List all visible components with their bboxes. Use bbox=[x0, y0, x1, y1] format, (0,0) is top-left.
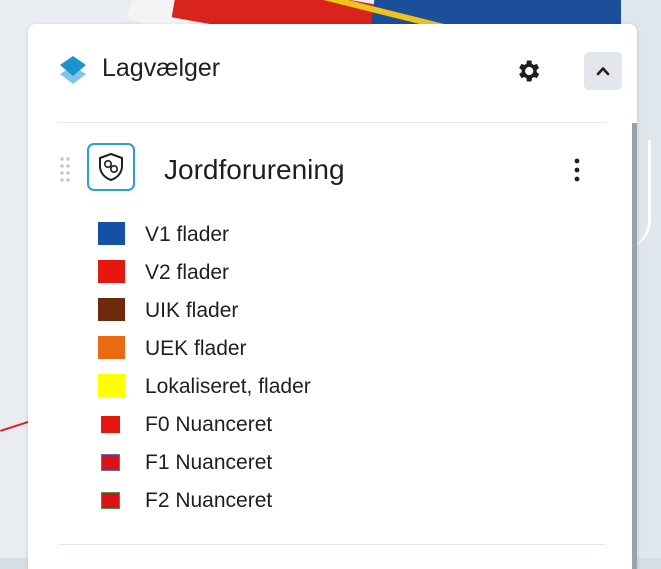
legend-label: Lokaliseret, flader bbox=[145, 375, 311, 398]
layer-icon-box[interactable] bbox=[87, 143, 135, 191]
map-road-red-line bbox=[0, 420, 32, 432]
panel-title: Lagvælger bbox=[102, 54, 221, 82]
layer-row-jordforurening[interactable]: Jordforurening bbox=[28, 123, 632, 215]
legend-label: F2 Nuanceret bbox=[145, 489, 273, 512]
legend-item: F0 Nuanceret bbox=[28, 410, 608, 440]
legend-swatch bbox=[101, 416, 120, 433]
legend-swatch bbox=[98, 336, 125, 359]
legend-swatch bbox=[98, 260, 125, 283]
legend-swatch bbox=[101, 492, 120, 509]
legend-swatch bbox=[98, 222, 125, 245]
legend-item: V2 flader bbox=[28, 258, 608, 288]
legend-label: F0 Nuanceret bbox=[145, 413, 273, 436]
layer-picker-panel: Lagvælger Jordforurening V1 flader V2 fl… bbox=[28, 24, 637, 569]
gear-icon[interactable] bbox=[514, 57, 542, 85]
chevron-up-icon bbox=[596, 67, 610, 76]
layer-name: Jordforurening bbox=[164, 154, 345, 185]
soil-contamination-icon bbox=[99, 152, 123, 182]
legend-item: F1 Nuanceret bbox=[28, 448, 608, 478]
legend-item: V1 flader bbox=[28, 220, 608, 250]
legend-item: UIK flader bbox=[28, 296, 608, 326]
kebab-menu-icon[interactable] bbox=[566, 156, 588, 184]
legend-swatch bbox=[98, 298, 125, 321]
legend-label: V1 flader bbox=[145, 223, 230, 246]
drag-handle-icon[interactable] bbox=[59, 156, 71, 184]
layers-logo-icon bbox=[60, 56, 86, 84]
legend-label: UIK flader bbox=[145, 299, 239, 322]
legend-item: Lokaliseret, flader bbox=[28, 372, 608, 402]
panel-header: Lagvælger bbox=[28, 24, 637, 122]
legend-label: V2 flader bbox=[145, 261, 230, 284]
bottom-divider bbox=[58, 544, 606, 545]
legend-swatch bbox=[98, 374, 125, 397]
legend-label: UEK flader bbox=[145, 337, 247, 360]
legend-swatch bbox=[101, 454, 120, 471]
legend-item: UEK flader bbox=[28, 334, 608, 364]
collapse-button[interactable] bbox=[584, 52, 622, 90]
legend-item: F2 Nuanceret bbox=[28, 486, 608, 516]
scrollbar[interactable] bbox=[632, 123, 637, 569]
legend-label: F1 Nuanceret bbox=[145, 451, 273, 474]
